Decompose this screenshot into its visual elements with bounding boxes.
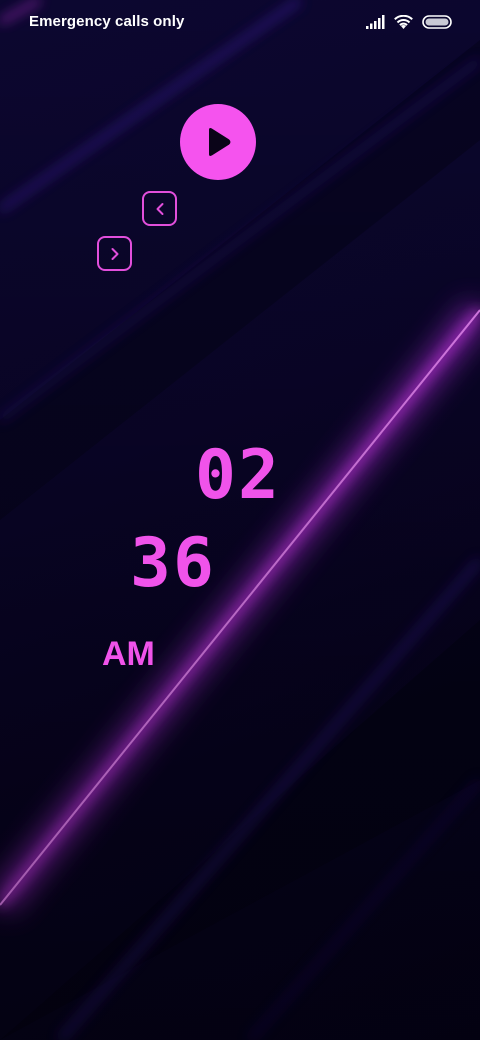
play-icon — [209, 128, 231, 156]
play-button[interactable] — [180, 104, 256, 180]
lock-screen: Emergency calls only 02 36 AM — [0, 0, 480, 1040]
status-bar: Emergency calls only — [0, 0, 480, 44]
clock-hour: 02 — [195, 436, 281, 515]
chevron-left-icon — [156, 202, 163, 215]
status-icons — [366, 12, 452, 32]
carrier-status-text: Emergency calls only — [29, 13, 185, 30]
next-button[interactable] — [97, 236, 132, 271]
wifi-icon — [394, 14, 413, 29]
battery-icon — [422, 15, 452, 29]
clock-period: AM — [102, 635, 155, 673]
previous-button[interactable] — [142, 191, 177, 226]
clock-minute: 36 — [130, 524, 216, 603]
chevron-right-icon — [111, 247, 118, 260]
signal-icon — [366, 15, 385, 29]
